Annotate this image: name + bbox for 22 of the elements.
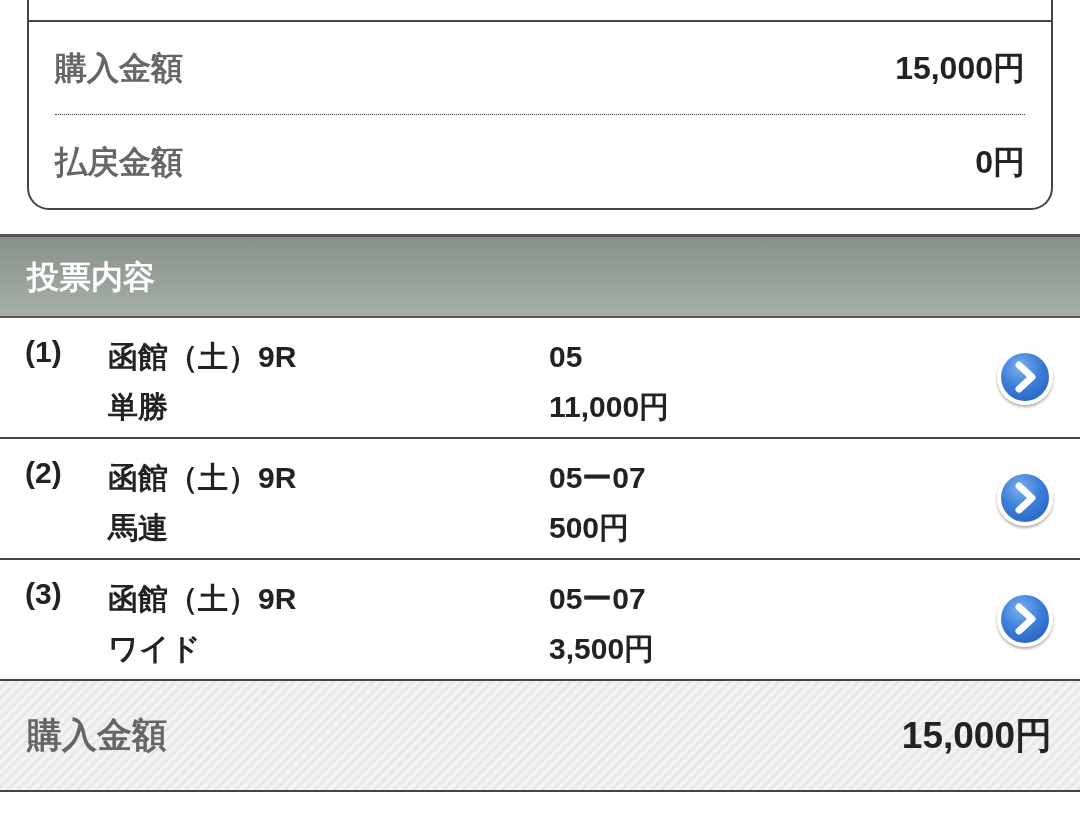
section-title: 投票内容	[27, 257, 155, 297]
bet-type: 馬連	[108, 510, 168, 546]
bet-type: ワイド	[108, 631, 201, 667]
summary-value: 0円	[975, 142, 1025, 182]
bet-type: 単勝	[108, 389, 168, 425]
bet-amount: 500円	[549, 510, 630, 546]
summary-label: 購入金額	[55, 49, 183, 88]
total-value: 15,000円	[901, 713, 1052, 758]
race-name: 函館（土）9R	[108, 581, 297, 617]
race-name: 函館（土）9R	[108, 460, 297, 496]
bet-number: (3)	[25, 577, 62, 610]
bet-amount: 11,000円	[549, 389, 670, 425]
bet-amount: 3,500円	[549, 631, 655, 667]
bet-number: (1)	[25, 335, 62, 368]
bet-number: (2)	[25, 456, 62, 489]
horse-numbers: 05	[549, 339, 583, 375]
horse-numbers: 05ー07	[549, 581, 646, 617]
summary-label: 払戻金額	[55, 142, 183, 182]
horse-numbers: 05ー07	[549, 460, 646, 496]
total-label: 購入金額	[27, 714, 167, 757]
race-name: 函館（土）9R	[108, 339, 297, 375]
summary-value: 15,000円	[895, 49, 1025, 88]
